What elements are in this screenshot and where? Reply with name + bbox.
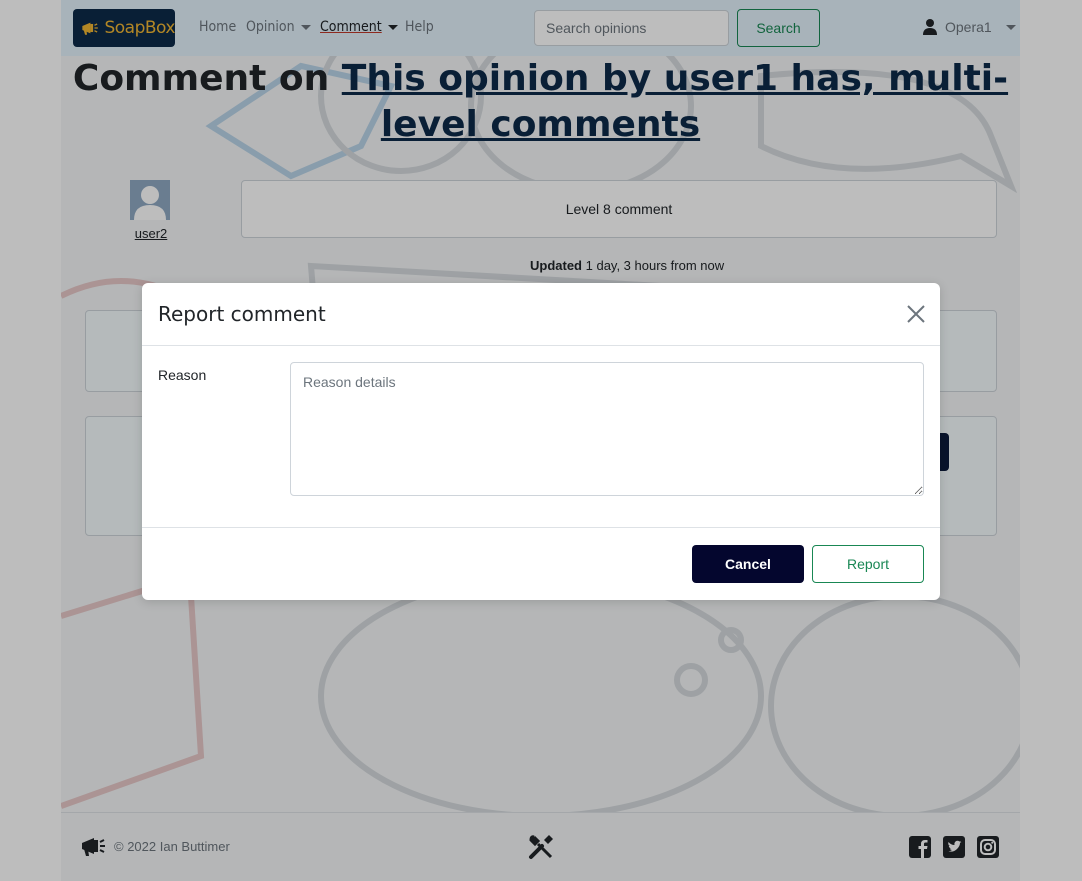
cancel-button[interactable]: Cancel — [692, 545, 804, 583]
close-icon[interactable] — [906, 304, 926, 324]
report-button[interactable]: Report — [812, 545, 924, 583]
reason-label: Reason — [158, 367, 207, 383]
reason-textarea[interactable] — [290, 362, 924, 496]
modal-header: Report comment — [142, 283, 940, 346]
modal-title: Report comment — [158, 302, 326, 326]
report-comment-modal: Report comment Reason Cancel Report — [142, 283, 940, 600]
